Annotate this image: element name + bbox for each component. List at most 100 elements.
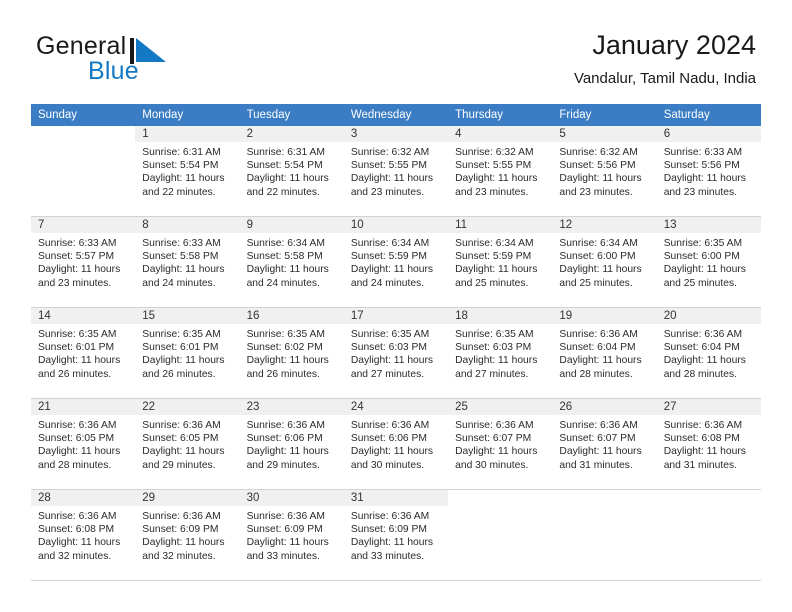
daylight-text-line1: Daylight: 11 hours xyxy=(142,537,225,549)
day-cell[interactable]: 16 Sunrise: 6:35 AM Sunset: 6:02 PM Dayligh… xyxy=(239,307,344,399)
general-blue-logo[interactable]: General Blue xyxy=(36,32,216,88)
day-cell[interactable]: 20 Sunrise: 6:36 AM Sunset: 6:04 PM Dayligh… xyxy=(656,307,761,399)
day-details: Sunrise: 6:35 AM Sunset: 6:00 PM Daylight:… xyxy=(657,233,761,290)
day-cell[interactable]: 4 Sunrise: 6:32 AM Sunset: 5:55 PM Daylight… xyxy=(448,126,553,217)
day-cell-inner: 24 Sunrise: 6:36 AM Sunset: 6:06 PM Dayligh… xyxy=(343,399,449,489)
weekday-header-saturday: Saturday xyxy=(656,104,761,126)
day-cell[interactable]: 5 Sunrise: 6:32 AM Sunset: 5:56 PM Daylight… xyxy=(552,126,657,217)
day-cell[interactable]: 7 Sunrise: 6:33 AM Sunset: 5:57 PM Daylight… xyxy=(31,216,136,308)
day-cell xyxy=(31,126,136,217)
day-number: 14 xyxy=(31,308,136,324)
sunrise-text: Sunrise: 6:36 AM xyxy=(663,420,743,431)
day-number xyxy=(31,126,136,142)
sunset-text: Sunset: 5:56 PM xyxy=(559,160,636,172)
daylight-text-line1: Daylight: 11 hours xyxy=(38,537,121,549)
sunset-text: Sunset: 6:00 PM xyxy=(663,251,740,263)
sunrise-text: Sunrise: 6:35 AM xyxy=(246,329,325,340)
day-cell[interactable]: 19 Sunrise: 6:36 AM Sunset: 6:04 PM Dayligh… xyxy=(552,307,657,399)
day-number: 5 xyxy=(552,126,657,142)
day-cell[interactable]: 10 Sunrise: 6:34 AM Sunset: 5:59 PM Dayligh… xyxy=(343,216,449,308)
daylight-text-line2: and 27 minutes. xyxy=(455,368,529,380)
day-cell[interactable]: 17 Sunrise: 6:35 AM Sunset: 6:03 PM Dayligh… xyxy=(343,307,449,399)
day-number: 16 xyxy=(239,308,344,324)
sunrise-text: Sunrise: 6:36 AM xyxy=(142,420,221,431)
weekday-header-friday: Friday xyxy=(552,104,657,126)
daylight-text-line2: and 25 minutes. xyxy=(663,277,737,289)
daylight-text-line2: and 22 minutes. xyxy=(246,186,320,198)
day-cell-inner xyxy=(448,490,553,580)
day-cell-inner: 6 Sunrise: 6:33 AM Sunset: 5:56 PM Daylight… xyxy=(656,126,761,216)
day-cell-inner: 21 Sunrise: 6:36 AM Sunset: 6:05 PM Dayligh… xyxy=(31,399,136,489)
daylight-text-line2: and 23 minutes. xyxy=(559,186,633,198)
day-cell[interactable]: 12 Sunrise: 6:34 AM Sunset: 6:00 PM Dayligh… xyxy=(552,216,657,308)
day-cell[interactable]: 15 Sunrise: 6:35 AM Sunset: 6:01 PM Dayligh… xyxy=(135,307,240,399)
day-cell[interactable]: 14 Sunrise: 6:35 AM Sunset: 6:01 PM Dayligh… xyxy=(31,307,136,399)
day-cell[interactable]: 21 Sunrise: 6:36 AM Sunset: 6:05 PM Dayligh… xyxy=(31,398,136,490)
day-cell-inner: 3 Sunrise: 6:32 AM Sunset: 5:55 PM Daylight… xyxy=(343,126,449,216)
day-cell-inner: 11 Sunrise: 6:34 AM Sunset: 5:59 PM Dayligh… xyxy=(448,217,553,307)
sunrise-text: Sunrise: 6:36 AM xyxy=(663,329,743,340)
day-cell[interactable]: 18 Sunrise: 6:35 AM Sunset: 6:03 PM Dayligh… xyxy=(448,307,553,399)
sunset-text: Sunset: 5:55 PM xyxy=(455,160,532,172)
day-cell[interactable]: 13 Sunrise: 6:35 AM Sunset: 6:00 PM Dayligh… xyxy=(656,216,761,308)
sunrise-text: Sunrise: 6:36 AM xyxy=(350,511,430,522)
daylight-text-line2: and 31 minutes. xyxy=(663,459,737,471)
title-block: January 2024 Vandalur, Tamil Nadu, India xyxy=(574,28,756,90)
week-row: 1 Sunrise: 6:31 AM Sunset: 5:54 PM Daylight… xyxy=(31,126,761,217)
daylight-text-line1: Daylight: 11 hours xyxy=(246,173,329,185)
day-cell[interactable]: 31 Sunrise: 6:36 AM Sunset: 6:09 PM Dayligh… xyxy=(343,489,449,581)
day-cell[interactable]: 30 Sunrise: 6:36 AM Sunset: 6:09 PM Dayligh… xyxy=(239,489,344,581)
day-cell-inner: 15 Sunrise: 6:35 AM Sunset: 6:01 PM Dayligh… xyxy=(135,308,240,398)
day-cell[interactable]: 26 Sunrise: 6:36 AM Sunset: 6:07 PM Dayligh… xyxy=(552,398,657,490)
day-cell xyxy=(448,489,553,581)
sunrise-text: Sunrise: 6:36 AM xyxy=(559,420,638,431)
day-cell[interactable]: 1 Sunrise: 6:31 AM Sunset: 5:54 PM Daylight… xyxy=(135,126,240,217)
day-details: Sunrise: 6:35 AM Sunset: 6:02 PM Daylight:… xyxy=(240,324,344,381)
daylight-text-line1: Daylight: 11 hours xyxy=(455,264,538,276)
day-details: Sunrise: 6:33 AM Sunset: 5:58 PM Daylight:… xyxy=(135,233,239,290)
sunset-text: Sunset: 6:04 PM xyxy=(663,342,740,354)
day-number: 24 xyxy=(343,399,449,415)
day-number: 30 xyxy=(239,490,344,506)
sunrise-text: Sunrise: 6:32 AM xyxy=(350,147,430,158)
sunrise-text: Sunrise: 6:31 AM xyxy=(246,147,325,158)
day-cell[interactable]: 27 Sunrise: 6:36 AM Sunset: 6:08 PM Dayligh… xyxy=(656,398,761,490)
daylight-text-line2: and 25 minutes. xyxy=(559,277,633,289)
sunset-text: Sunset: 5:55 PM xyxy=(350,160,427,172)
day-cell-inner: 29 Sunrise: 6:36 AM Sunset: 6:09 PM Dayligh… xyxy=(135,490,240,580)
sunset-text: Sunset: 5:56 PM xyxy=(663,160,740,172)
day-cell[interactable]: 29 Sunrise: 6:36 AM Sunset: 6:09 PM Dayligh… xyxy=(135,489,240,581)
day-cell-inner xyxy=(656,490,761,580)
day-number: 18 xyxy=(448,308,553,324)
day-cell[interactable]: 6 Sunrise: 6:33 AM Sunset: 5:56 PM Daylight… xyxy=(656,126,761,217)
sunrise-text: Sunrise: 6:34 AM xyxy=(455,238,534,249)
sunrise-text: Sunrise: 6:34 AM xyxy=(246,238,325,249)
daylight-text-line1: Daylight: 11 hours xyxy=(350,446,434,458)
daylight-text-line2: and 23 minutes. xyxy=(38,277,112,289)
day-cell[interactable]: 23 Sunrise: 6:36 AM Sunset: 6:06 PM Dayligh… xyxy=(239,398,344,490)
day-cell[interactable]: 25 Sunrise: 6:36 AM Sunset: 6:07 PM Dayligh… xyxy=(448,398,553,490)
day-cell[interactable]: 2 Sunrise: 6:31 AM Sunset: 5:54 PM Daylight… xyxy=(239,126,344,217)
day-cell[interactable]: 3 Sunrise: 6:32 AM Sunset: 5:55 PM Daylight… xyxy=(343,126,449,217)
daylight-text-line1: Daylight: 11 hours xyxy=(38,446,121,458)
page-header: General Blue January 2024 Vandalur, Tami… xyxy=(0,0,792,100)
daylight-text-line1: Daylight: 11 hours xyxy=(142,446,225,458)
daylight-text-line2: and 24 minutes. xyxy=(246,277,320,289)
day-cell[interactable]: 11 Sunrise: 6:34 AM Sunset: 5:59 PM Dayligh… xyxy=(448,216,553,308)
sunrise-text: Sunrise: 6:34 AM xyxy=(350,238,430,249)
day-cell-inner xyxy=(552,490,657,580)
day-cell-inner: 27 Sunrise: 6:36 AM Sunset: 6:08 PM Dayligh… xyxy=(656,399,761,489)
day-cell[interactable]: 24 Sunrise: 6:36 AM Sunset: 6:06 PM Dayligh… xyxy=(343,398,449,490)
day-cell[interactable]: 9 Sunrise: 6:34 AM Sunset: 5:58 PM Daylight… xyxy=(239,216,344,308)
day-cell[interactable]: 28 Sunrise: 6:36 AM Sunset: 6:08 PM Dayligh… xyxy=(31,489,136,581)
sunset-text: Sunset: 6:02 PM xyxy=(246,342,323,354)
day-details: Sunrise: 6:36 AM Sunset: 6:06 PM Daylight:… xyxy=(344,415,448,472)
day-cell[interactable]: 8 Sunrise: 6:33 AM Sunset: 5:58 PM Daylight… xyxy=(135,216,240,308)
daylight-text-line2: and 25 minutes. xyxy=(455,277,529,289)
weekday-header-monday: Monday xyxy=(135,104,240,126)
day-cell-inner: 20 Sunrise: 6:36 AM Sunset: 6:04 PM Dayligh… xyxy=(656,308,761,398)
sunset-text: Sunset: 6:09 PM xyxy=(142,524,219,536)
day-cell[interactable]: 22 Sunrise: 6:36 AM Sunset: 6:05 PM Dayligh… xyxy=(135,398,240,490)
sunset-text: Sunset: 6:09 PM xyxy=(246,524,323,536)
day-number: 23 xyxy=(239,399,344,415)
